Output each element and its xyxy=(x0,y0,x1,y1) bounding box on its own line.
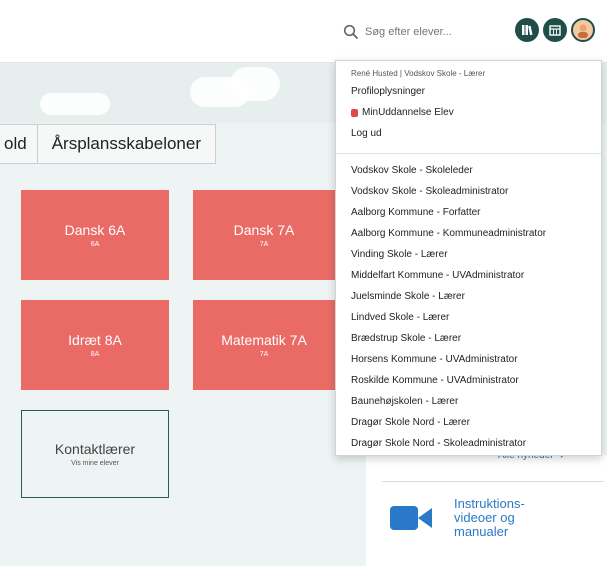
contact-teacher-title: Kontaktlærer xyxy=(54,441,136,457)
tab-old[interactable]: old xyxy=(0,124,38,164)
search-box[interactable] xyxy=(343,20,503,44)
logout-label: Log ud xyxy=(351,128,382,139)
course-tile-title: Matematik 7A xyxy=(221,332,307,348)
course-tile-class: 8A xyxy=(90,351,100,358)
course-tile[interactable]: Idræt 8A 8A xyxy=(21,300,169,390)
profile-info-link[interactable]: Profiloplysninger xyxy=(351,86,425,97)
course-tile[interactable]: Dansk 6A 6A xyxy=(21,190,169,280)
logout-link[interactable]: Log ud xyxy=(351,128,382,139)
divider xyxy=(382,481,604,482)
role-item[interactable]: Dragør Skole Nord - Skoleadministrator xyxy=(351,438,526,449)
video-icon[interactable] xyxy=(388,500,436,536)
dropdown-divider xyxy=(336,153,601,154)
course-tile-title: Idræt 8A xyxy=(68,332,122,348)
role-item[interactable]: Roskilde Kommune - UVAdministrator xyxy=(351,375,519,386)
avatar-icon[interactable] xyxy=(571,18,595,42)
dropdown-user-header: René Husted | Vodskov Skole - Lærer xyxy=(351,69,486,78)
role-item[interactable]: Aalborg Kommune - Forfatter xyxy=(351,207,481,218)
profile-info-label: Profiloplysninger xyxy=(351,86,425,97)
role-item[interactable]: Vinding Skole - Lærer xyxy=(351,249,448,260)
minuddannelse-icon xyxy=(351,108,358,117)
minuddannelse-label: MinUddannelse Elev xyxy=(362,107,454,118)
tab-bar: old Årsplansskabeloner xyxy=(0,124,216,164)
course-tile-class: 7A xyxy=(259,351,269,358)
tab-aarsplansskabeloner[interactable]: Årsplansskabeloner xyxy=(37,124,216,164)
role-item[interactable]: Horsens Kommune - UVAdministrator xyxy=(351,354,518,365)
role-item[interactable]: Dragør Skole Nord - Lærer xyxy=(351,417,470,428)
cloud-decoration xyxy=(230,67,280,101)
course-tile-title: Dansk 7A xyxy=(233,222,295,238)
calendar-icon[interactable] xyxy=(543,18,567,42)
profile-dropdown: René Husted | Vodskov Skole - Lærer Prof… xyxy=(335,60,602,456)
top-bar xyxy=(0,0,607,63)
search-icon[interactable] xyxy=(343,24,359,40)
role-item[interactable]: Middelfart Kommune - UVAdministrator xyxy=(351,270,524,281)
course-tile[interactable]: Matematik 7A 7A xyxy=(193,300,335,390)
search-input[interactable] xyxy=(359,25,497,39)
contact-teacher-sub: Vis mine elever xyxy=(71,460,119,467)
video-manuals-link[interactable]: Instruktions-videoer og manualer xyxy=(454,497,564,539)
role-item[interactable]: Vodskov Skole - Skoleadministrator xyxy=(351,186,508,197)
contact-teacher-tile[interactable]: Kontaktlærer Vis mine elever xyxy=(21,410,169,498)
course-tile-title: Dansk 6A xyxy=(64,222,126,238)
role-item[interactable]: Juelsminde Skole - Lærer xyxy=(351,291,465,302)
library-icon[interactable] xyxy=(515,18,539,42)
role-item[interactable]: Lindved Skole - Lærer xyxy=(351,312,449,323)
role-item[interactable]: Vodskov Skole - Skoleleder xyxy=(351,165,473,176)
course-tile-class: 7A xyxy=(259,241,269,248)
role-item[interactable]: Aalborg Kommune - Kommuneadministrator xyxy=(351,228,546,239)
cloud-decoration xyxy=(40,93,110,115)
minuddannelse-link[interactable]: MinUddannelse Elev xyxy=(351,107,454,118)
role-item[interactable]: Brædstrup Skole - Lærer xyxy=(351,333,461,344)
role-item[interactable]: Baunehøjskolen - Lærer xyxy=(351,396,458,407)
course-tile[interactable]: Dansk 7A 7A xyxy=(193,190,335,280)
course-tile-class: 6A xyxy=(90,241,100,248)
